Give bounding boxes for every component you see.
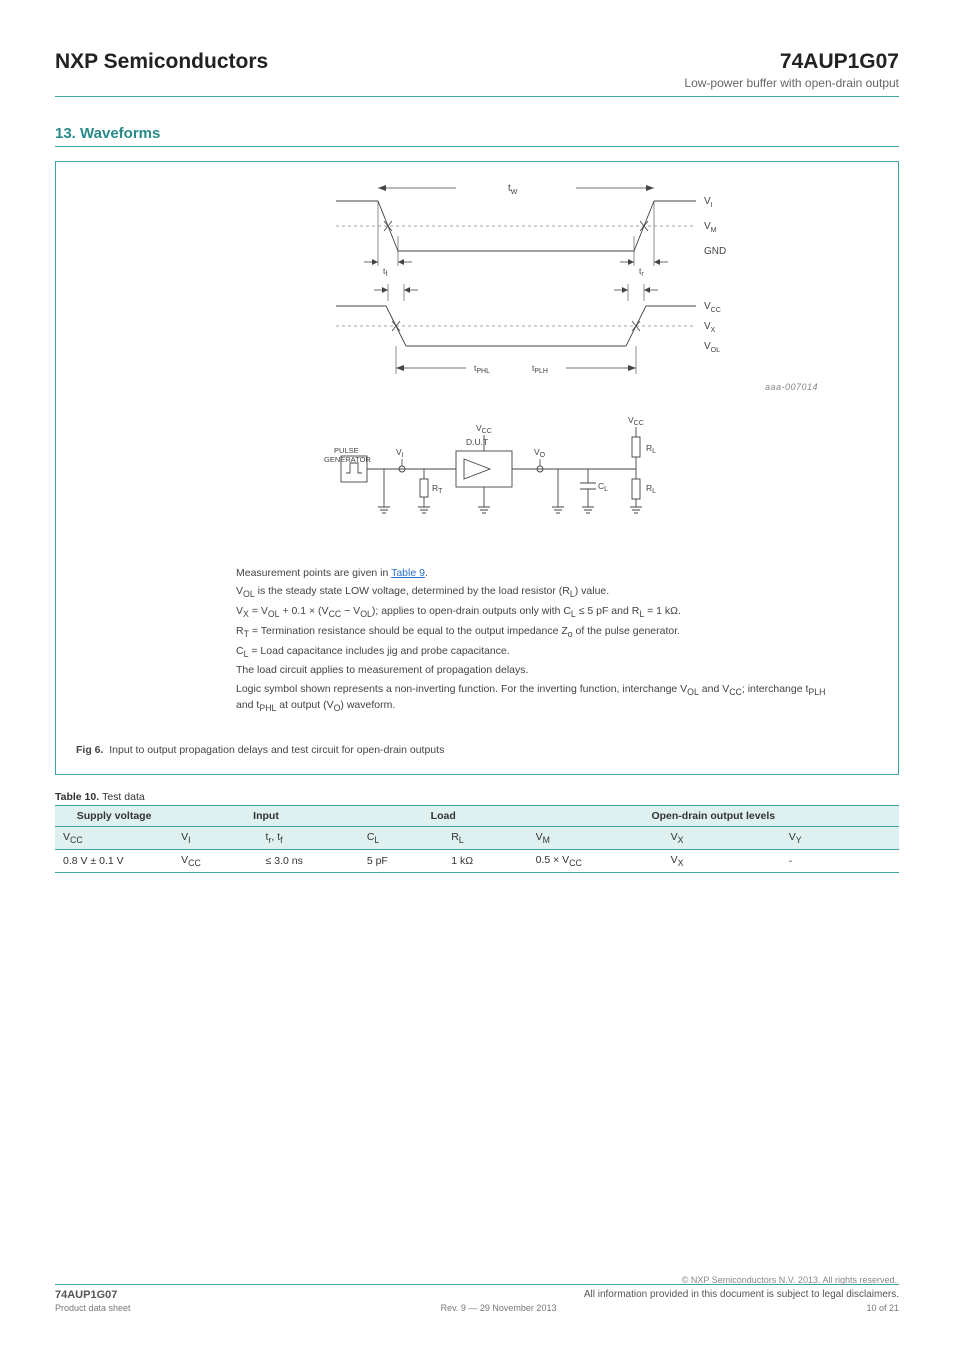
page-footer: © NXP Semiconductors N.V. 2013. All righ… bbox=[55, 1284, 899, 1313]
svg-text:VX: VX bbox=[704, 321, 716, 334]
footer-rev: Rev. 9 — 29 November 2013 bbox=[441, 1303, 557, 1313]
svg-text:VOL: VOL bbox=[704, 341, 720, 354]
svg-text:VM: VM bbox=[704, 221, 717, 234]
svg-text:GND: GND bbox=[704, 246, 726, 257]
svg-text:VO: VO bbox=[534, 447, 546, 459]
svg-text:VI: VI bbox=[396, 447, 404, 459]
figure-caption: Fig 6. Input to output propagation delay… bbox=[76, 744, 878, 756]
svg-text:tW: tW bbox=[508, 183, 518, 196]
section-title: 13. Waveforms bbox=[55, 125, 899, 142]
sub-rl: RL bbox=[443, 827, 527, 850]
table-row: 0.8 V ± 0.1 V VCC ≤ 3.0 ns 5 pF 1 kΩ 0.5… bbox=[55, 850, 899, 873]
subtitle: Low-power buffer with open-drain output bbox=[684, 76, 899, 90]
timing-waveform: tW bbox=[286, 176, 746, 386]
figure-notes: Measurement points are given in Table 9.… bbox=[236, 566, 838, 718]
table10-caption: Table 10. Test data bbox=[55, 791, 899, 803]
page-header: NXP Semiconductors 74AUP1G07 Low-power b… bbox=[55, 50, 899, 97]
test-circuit-schematic: PULSE GENERATOR VI RT bbox=[306, 411, 746, 541]
figure-6: aaa-007014 tW bbox=[55, 161, 899, 775]
col-load: Load bbox=[359, 806, 528, 827]
part-number: 74AUP1G07 bbox=[780, 50, 899, 74]
figure-id-ref: aaa-007014 bbox=[765, 382, 818, 392]
col-levels: Open-drain output levels bbox=[528, 806, 899, 827]
svg-text:VI: VI bbox=[704, 196, 713, 209]
col-supply: Supply voltage bbox=[55, 806, 173, 827]
sub-vm: VM bbox=[528, 827, 663, 850]
svg-text:tPLH: tPLH bbox=[532, 363, 548, 375]
sub-vy: VY bbox=[781, 827, 899, 850]
sub-cl: CL bbox=[359, 827, 443, 850]
copyright: © NXP Semiconductors N.V. 2013. All righ… bbox=[682, 1275, 897, 1285]
svg-text:PULSE GENERATOR: PULSE GENERATOR bbox=[324, 446, 371, 464]
footer-legal: All information provided in this documen… bbox=[584, 1289, 899, 1301]
svg-text:CL: CL bbox=[598, 481, 608, 493]
svg-text:RL: RL bbox=[646, 483, 656, 495]
table10: Supply voltage Input Load Open-drain out… bbox=[55, 805, 899, 873]
footer-page: 10 of 21 bbox=[866, 1303, 899, 1313]
footer-doctype: Product data sheet bbox=[55, 1303, 131, 1313]
svg-text:D.U.T: D.U.T bbox=[466, 437, 488, 447]
footer-docid: 74AUP1G07 bbox=[55, 1289, 117, 1301]
table9-link[interactable]: Table 9 bbox=[391, 567, 425, 579]
svg-text:tf: tf bbox=[383, 266, 387, 278]
sub-trtf: tr, tf bbox=[258, 827, 359, 850]
svg-text:VCC: VCC bbox=[704, 301, 721, 314]
col-input: Input bbox=[173, 806, 359, 827]
sub-vx: VX bbox=[663, 827, 781, 850]
sub-vcc: VCC bbox=[55, 827, 173, 850]
brand: NXP Semiconductors bbox=[55, 50, 268, 74]
svg-text:RL: RL bbox=[646, 443, 656, 455]
svg-text:tr: tr bbox=[639, 266, 644, 278]
sub-vi: VI bbox=[173, 827, 257, 850]
svg-text:VCC: VCC bbox=[628, 415, 644, 427]
svg-text:RT: RT bbox=[432, 483, 443, 495]
svg-text:tPHL: tPHL bbox=[474, 363, 490, 375]
svg-text:VCC: VCC bbox=[476, 423, 492, 435]
